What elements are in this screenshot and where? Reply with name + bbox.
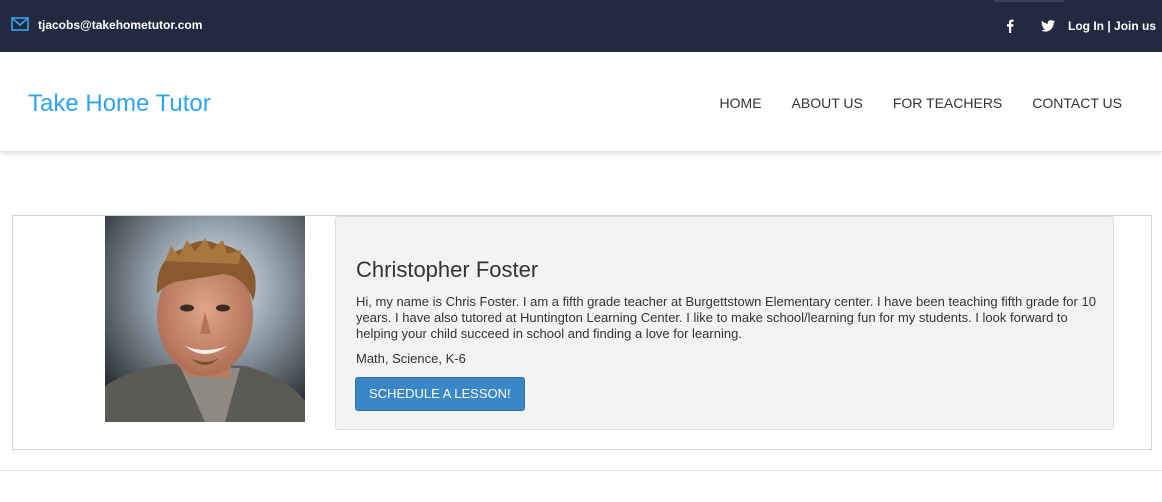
twitter-icon[interactable]: [1041, 20, 1055, 32]
main-nav: HOME ABOUT US FOR TEACHERS CONTACT US: [690, 95, 1122, 111]
tutor-bio: Hi, my name is Chris Foster. I am a fift…: [356, 294, 1096, 341]
tutor-photo: [105, 216, 305, 422]
top-bar: tjacobs@takehometutor.com Log In | Join …: [0, 0, 1162, 52]
tutor-subjects: Math, Science, K-6: [356, 351, 466, 366]
site-logo-text[interactable]: Take Home Tutor: [28, 90, 211, 118]
mail-icon: [11, 17, 29, 31]
nav-home[interactable]: HOME: [720, 95, 762, 111]
site-header: Take Home Tutor HOME ABOUT US FOR TEACHE…: [0, 52, 1162, 152]
section-divider: [0, 470, 1162, 471]
facebook-icon[interactable]: [1004, 19, 1016, 33]
auth-links: Log In | Join us: [1068, 19, 1156, 33]
schedule-lesson-button[interactable]: SCHEDULE A LESSON!: [355, 377, 525, 411]
tutor-info-panel: Christopher Foster Hi, my name is Chris …: [335, 216, 1114, 430]
tutor-name: Christopher Foster: [356, 257, 539, 282]
nav-contact-us[interactable]: CONTACT US: [1032, 95, 1122, 111]
auth-separator: |: [1107, 19, 1111, 33]
tutor-card: Christopher Foster Hi, my name is Chris …: [12, 215, 1152, 450]
login-link[interactable]: Log In: [1068, 19, 1104, 33]
join-link[interactable]: Join us: [1114, 19, 1156, 33]
top-bar-accent: [994, 0, 1064, 2]
contact-email[interactable]: tjacobs@takehometutor.com: [38, 18, 202, 32]
nav-about-us[interactable]: ABOUT US: [792, 95, 863, 111]
nav-for-teachers[interactable]: FOR TEACHERS: [893, 95, 1002, 111]
